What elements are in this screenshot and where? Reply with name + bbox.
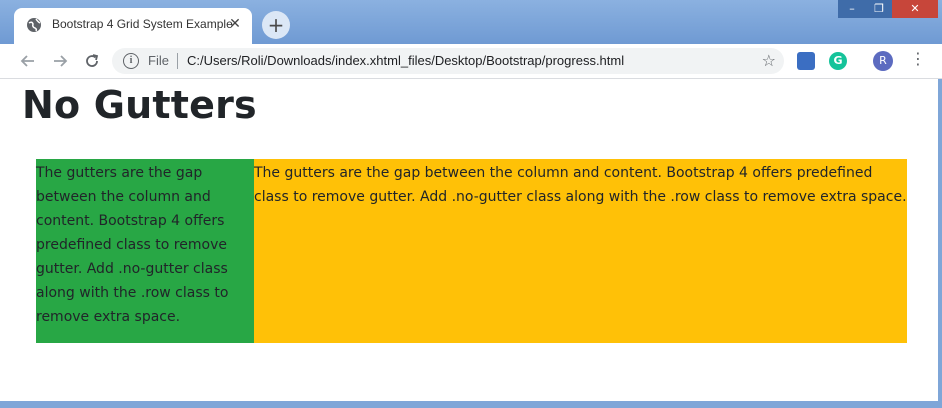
- window-close-button[interactable]: ✕: [892, 0, 938, 18]
- url-scheme-label: File: [148, 53, 169, 68]
- page-title: No Gutters: [22, 83, 257, 127]
- more-vert-icon[interactable]: ⋮: [910, 49, 926, 68]
- browser-toolbar: i File C:/Users/Roli/Downloads/index.xht…: [0, 44, 942, 79]
- avatar[interactable]: R: [873, 51, 893, 71]
- new-tab-button[interactable]: +: [262, 11, 290, 39]
- extension-icon[interactable]: [797, 52, 815, 70]
- page-viewport: No Gutters The gutters are the gap betwe…: [0, 79, 938, 401]
- window-minimize-button[interactable]: –: [838, 0, 866, 18]
- tab-title: Bootstrap 4 Grid System Example: [52, 17, 233, 31]
- url-text[interactable]: C:/Users/Roli/Downloads/index.xhtml_file…: [187, 53, 624, 68]
- grid-row: The gutters are the gap between the colu…: [36, 159, 907, 343]
- grid-column-yellow: The gutters are the gap between the colu…: [254, 159, 907, 343]
- back-button[interactable]: [16, 49, 40, 73]
- browser-titlebar: Bootstrap 4 Grid System Example ✕ + – ❐ …: [0, 0, 942, 44]
- reload-button[interactable]: [80, 49, 104, 73]
- window-bottom-edge: [0, 401, 942, 408]
- window-maximize-button[interactable]: ❐: [866, 0, 892, 18]
- browser-tab[interactable]: Bootstrap 4 Grid System Example ✕: [14, 8, 252, 44]
- address-bar[interactable]: i File C:/Users/Roli/Downloads/index.xht…: [112, 48, 784, 74]
- grammarly-icon[interactable]: G: [829, 52, 847, 70]
- arrow-right-icon: [54, 55, 68, 67]
- reload-icon: [86, 54, 99, 67]
- info-icon[interactable]: i: [123, 53, 139, 69]
- close-tab-icon[interactable]: ✕: [226, 15, 244, 33]
- globe-icon: [27, 18, 41, 32]
- star-icon[interactable]: ☆: [762, 51, 776, 70]
- forward-button[interactable]: [48, 49, 72, 73]
- grid-column-green: The gutters are the gap between the colu…: [36, 159, 254, 343]
- arrow-left-icon: [20, 55, 34, 67]
- url-separator: [177, 53, 178, 69]
